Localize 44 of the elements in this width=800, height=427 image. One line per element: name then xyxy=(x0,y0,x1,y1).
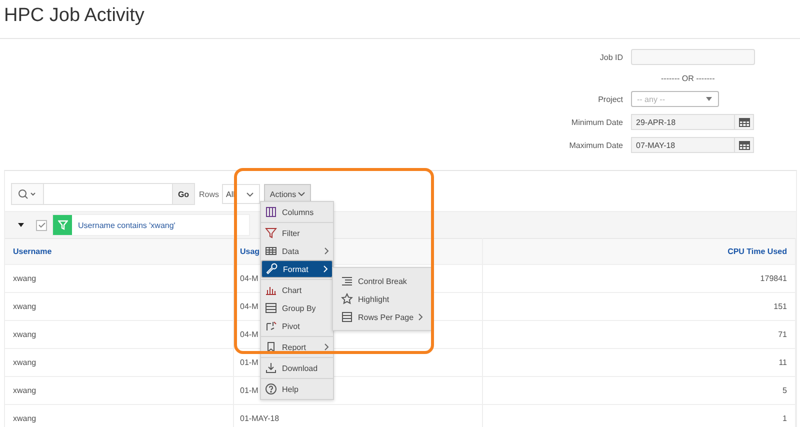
table-cell: 04-M xyxy=(240,274,258,283)
table-cell: xwang xyxy=(13,386,36,395)
table-cell: xwang xyxy=(13,414,36,424)
table-cell: 04-M xyxy=(240,302,258,311)
table-cell: 5 xyxy=(782,386,787,395)
table-cell: 151 xyxy=(774,302,787,311)
date-field[interactable]: 07-MAY-18 xyxy=(631,137,735,153)
menu-item[interactable]: Format xyxy=(261,260,333,278)
field-label: Maximum Date xyxy=(568,140,623,150)
table-cell: 1 xyxy=(782,414,787,424)
menu-item[interactable]: Group By xyxy=(261,299,333,317)
table-cell: 01-M xyxy=(240,386,258,395)
table-cell: xwang xyxy=(13,330,36,339)
menu-item[interactable]: Download xyxy=(261,359,333,377)
filter-chip[interactable]: Username contains 'xwang' xyxy=(52,214,250,236)
column-header[interactable]: Username xyxy=(13,247,52,256)
table-cell: 01-MAY-18 xyxy=(240,414,280,424)
menu-item[interactable]: Chart xyxy=(261,281,333,299)
menu-item[interactable]: Data xyxy=(261,242,333,260)
column-header[interactable]: CPU Time Used xyxy=(728,247,787,256)
menu-item[interactable]: Filter xyxy=(261,224,333,242)
rows-label: Rows xyxy=(199,190,220,198)
table-cell: 179841 xyxy=(760,274,787,283)
table-cell: xwang xyxy=(13,358,36,367)
page-title: HPC Job Activity xyxy=(4,4,146,28)
menu-item[interactable]: Columns xyxy=(261,203,333,221)
menu-item[interactable]: Rows Per Page xyxy=(337,308,431,326)
table-cell: xwang xyxy=(13,274,36,283)
table-cell: 11 xyxy=(778,358,787,367)
menu-item[interactable]: Control Break xyxy=(337,272,431,290)
table-cell: 71 xyxy=(778,330,787,339)
date-field[interactable]: 29-APR-18 xyxy=(631,114,735,130)
menu-item[interactable]: Report xyxy=(261,338,333,356)
field-label: Job ID xyxy=(598,52,623,62)
table-cell: 04-M xyxy=(240,330,258,339)
field-label: Project xyxy=(597,94,623,104)
table-cell: xwang xyxy=(13,302,36,311)
menu-item[interactable]: Pivot xyxy=(261,317,333,335)
menu-item[interactable]: Help xyxy=(261,380,333,398)
column-header[interactable]: Usag xyxy=(240,247,260,256)
field-label: Minimum Date xyxy=(570,118,623,126)
menu-item[interactable]: Highlight xyxy=(337,290,431,308)
table-cell: 01-M xyxy=(240,358,258,367)
or-divider: ------- OR ------- xyxy=(661,74,715,82)
